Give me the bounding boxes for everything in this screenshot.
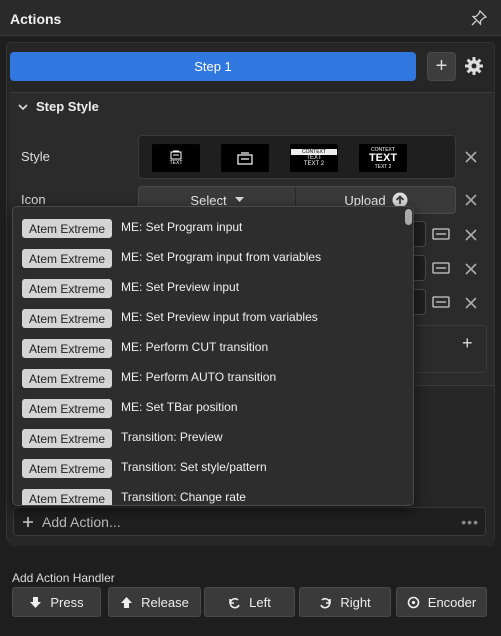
add-action-input[interactable]: Add Action... ••• — [13, 507, 486, 536]
module-tag: Atem Extreme — [22, 279, 112, 298]
module-tag: Atem Extreme — [22, 399, 112, 418]
dropdown-option[interactable]: Atem Extreme ME: Perform CUT transition — [13, 332, 403, 362]
arrow-up-icon — [121, 596, 133, 608]
style-option-text: TEXT — [169, 160, 183, 166]
encoder-handler-button[interactable]: Encoder — [396, 587, 487, 617]
module-tag: Atem Extreme — [22, 219, 112, 238]
add-property-button[interactable]: + — [462, 333, 473, 354]
module-tag: Atem Extreme — [22, 309, 112, 328]
add-step-button[interactable]: + — [427, 52, 456, 81]
keyboard-icon[interactable] — [432, 261, 450, 275]
keyboard-icon[interactable] — [432, 295, 450, 309]
option-label: ME: Set Program input — [121, 220, 243, 234]
rotate-right-icon — [320, 597, 332, 609]
encoder-label: Encoder — [427, 594, 477, 610]
step-style-header[interactable]: Step Style — [18, 99, 99, 114]
dropdown-option[interactable]: Atem Extreme ME: Set Preview input — [13, 272, 403, 302]
press-label: Press — [50, 594, 84, 610]
step-1-tab[interactable]: Step 1 — [10, 52, 416, 81]
icon-label: Icon — [21, 192, 46, 207]
module-tag: Atem Extreme — [22, 429, 112, 448]
option-label: ME: Set TBar position — [121, 400, 238, 414]
step-style-title: Step Style — [36, 99, 99, 114]
close-icon[interactable] — [464, 150, 478, 164]
style-option-big: TEXT — [368, 151, 398, 164]
dropdown-option[interactable]: Atem Extreme Transition: Preview — [13, 422, 403, 452]
add-action-placeholder: Add Action... — [42, 513, 121, 530]
option-label: ME: Perform AUTO transition — [121, 370, 277, 384]
style-option-context-big-text[interactable]: CONTEXT TEXT TEXT 2 — [359, 144, 407, 172]
more-options-icon[interactable]: ••• — [461, 514, 479, 530]
dropdown-option[interactable]: Atem Extreme ME: Set Preview input from … — [13, 302, 403, 332]
chevron-down-icon — [18, 103, 28, 110]
image-icon — [170, 150, 182, 160]
option-label: ME: Set Program input from variables — [121, 250, 322, 264]
module-tag: Atem Extreme — [22, 339, 112, 358]
option-label: Transition: Set style/pattern — [121, 460, 267, 474]
module-tag: Atem Extreme — [22, 459, 112, 478]
arrow-down-icon — [30, 596, 42, 608]
release-label: Release — [141, 594, 189, 610]
pin-icon[interactable] — [471, 10, 487, 26]
caret-down-icon — [234, 197, 244, 202]
option-label: Transition: Preview — [121, 430, 223, 444]
dropdown-option[interactable]: Atem Extreme ME: Set TBar position — [13, 392, 403, 422]
encoder-icon — [407, 596, 420, 608]
style-option-sub: TEXT 2 — [374, 163, 392, 170]
dropdown-option[interactable]: Atem Extreme ME: Perform AUTO transition — [13, 362, 403, 392]
left-label: Left — [249, 594, 271, 610]
module-tag: Atem Extreme — [22, 489, 112, 505]
right-handler-button[interactable]: Right — [299, 587, 391, 617]
close-icon[interactable] — [464, 193, 478, 207]
dropdown-option[interactable]: Atem Extreme ME: Set Program input — [13, 212, 403, 242]
style-label: Style — [21, 149, 50, 164]
right-label: Right — [340, 594, 371, 610]
press-handler-button[interactable]: Press — [12, 587, 101, 617]
dropdown-option[interactable]: Atem Extreme Transition: Set style/patte… — [13, 452, 403, 482]
close-icon[interactable] — [464, 228, 478, 242]
rotate-left-icon — [229, 597, 240, 609]
style-option-sub: TEXT 2 — [303, 161, 325, 167]
module-tag: Atem Extreme — [22, 369, 112, 388]
action-dropdown: Atem Extreme ME: Set Program input Atem … — [12, 206, 414, 506]
option-label: ME: Set Preview input from variables — [121, 310, 318, 324]
left-handler-button[interactable]: Left — [204, 587, 295, 617]
dropdown-option[interactable]: Atem Extreme ME: Set Program input from … — [13, 242, 403, 272]
add-property-box — [413, 325, 487, 373]
module-tag: Atem Extreme — [22, 249, 112, 268]
option-label: ME: Perform CUT transition — [121, 340, 269, 354]
close-icon[interactable] — [464, 296, 478, 310]
style-option-icon[interactable] — [221, 144, 269, 172]
gear-icon[interactable] — [464, 56, 484, 76]
style-option-context-text[interactable]: CONTEXT TEXT TEXT 2 — [290, 144, 338, 172]
option-label: Transition: Change rate — [121, 490, 246, 504]
actions-header: Actions — [0, 0, 501, 36]
dropdown-option[interactable]: Atem Extreme Transition: Change rate — [13, 482, 403, 505]
option-label: ME: Set Preview input — [121, 280, 240, 294]
style-option-icon-text[interactable]: TEXT — [152, 144, 200, 172]
dropdown-scrollbar[interactable] — [405, 209, 412, 225]
image-icon — [237, 151, 253, 165]
keyboard-icon[interactable] — [432, 227, 450, 241]
release-handler-button[interactable]: Release — [108, 587, 201, 617]
actions-title: Actions — [10, 11, 62, 27]
close-icon[interactable] — [464, 262, 478, 276]
plus-icon — [23, 516, 33, 527]
style-picker: TEXT CONTEXT TEXT TEXT 2 CONTEXT TEXT TE… — [138, 135, 456, 179]
add-action-handler-label: Add Action Handler — [12, 571, 115, 585]
